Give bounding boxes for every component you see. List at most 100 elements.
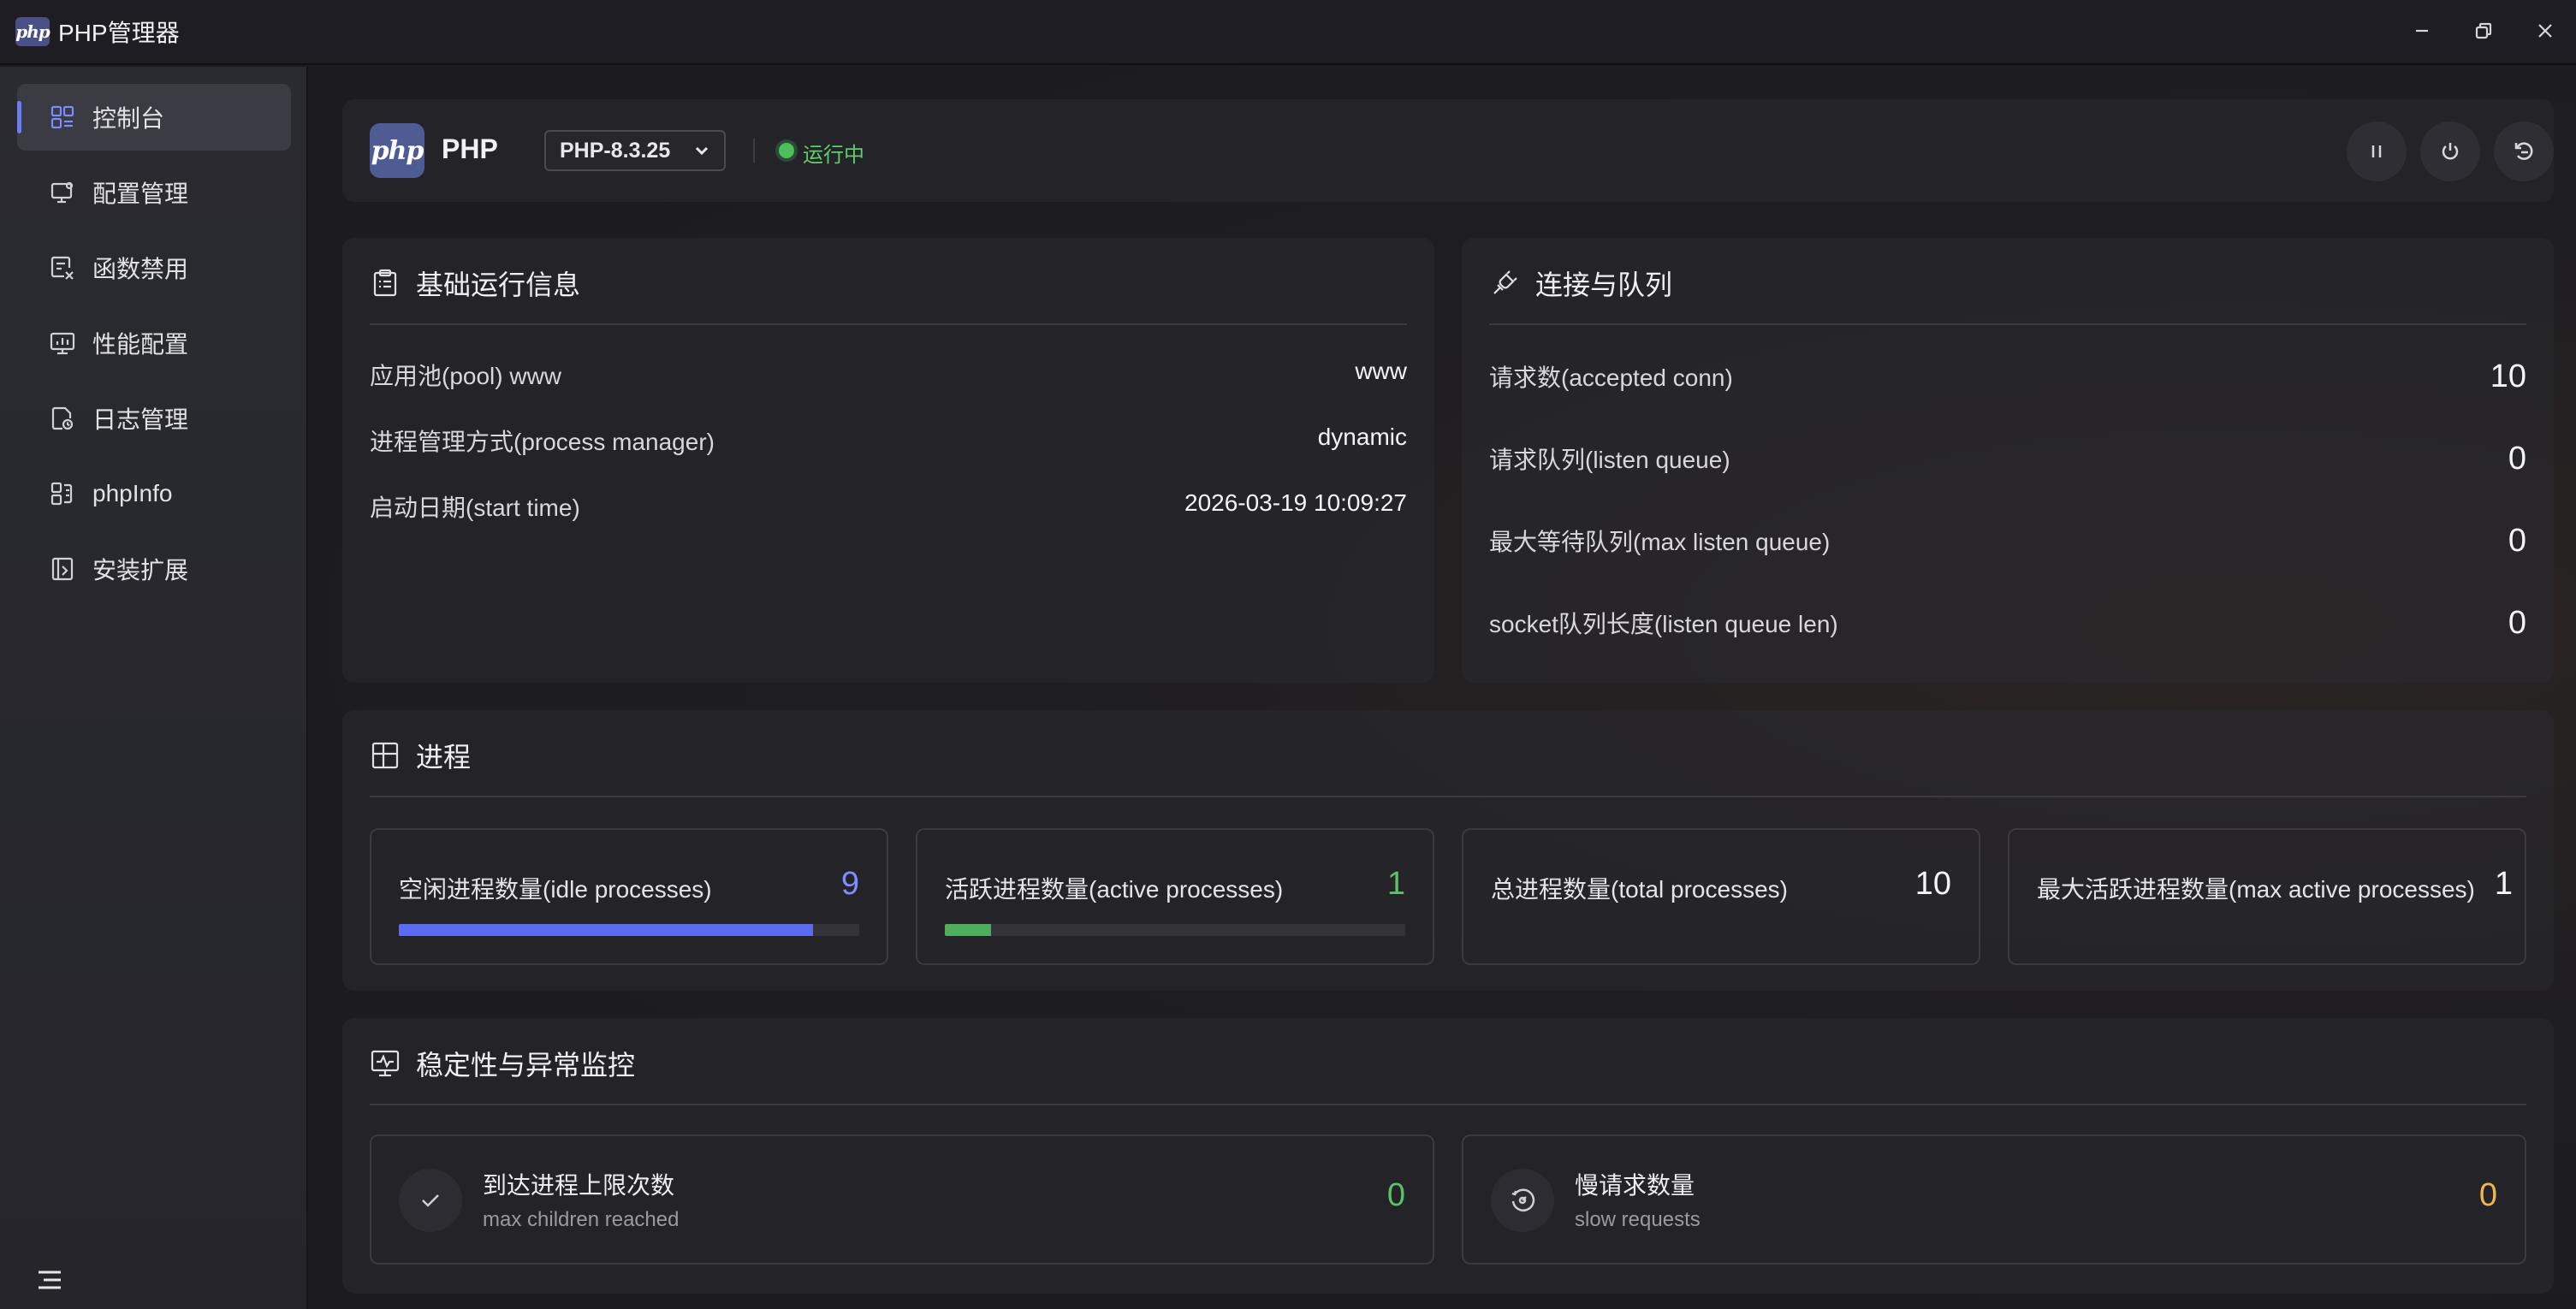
card-title-text: 连接与队列 — [1535, 270, 1673, 300]
stat-value: 10 — [1914, 866, 1951, 902]
connection-row: 请求数(accepted conn) 10 — [1489, 358, 2526, 395]
extension-icon — [48, 554, 77, 583]
layout-icon — [370, 740, 401, 771]
log-icon — [48, 404, 77, 433]
version-select-value: PHP-8.3.25 — [560, 138, 671, 163]
card-title-text: 进程 — [416, 742, 472, 773]
phpinfo-icon — [48, 479, 77, 508]
info-value: dynamic — [1317, 424, 1407, 450]
monitor-slow-requests: 慢请求数量 slow requests 0 — [1462, 1134, 2526, 1265]
stat-label: 总进程数量(total processes) — [1491, 876, 1788, 903]
monitor-title: 到达进程上限次数 — [483, 1172, 675, 1199]
stat-label: 活跃进程数量(active processes) — [945, 876, 1284, 903]
close-icon — [2538, 24, 2552, 38]
restore-button[interactable] — [2453, 0, 2514, 62]
stat-value: 9 — [840, 866, 859, 902]
basic-info-card: 基础运行信息 应用池(pool) www www 进程管理方式(process … — [342, 238, 1434, 683]
close-button[interactable] — [2514, 0, 2576, 62]
connection-row: 最大等待队列(max listen queue) 0 — [1489, 522, 2526, 560]
monitor-value: 0 — [2478, 1177, 2497, 1213]
connection-label: socket队列长度(listen queue len) — [1489, 611, 1838, 637]
sidebar-item-label: 日志管理 — [92, 406, 189, 433]
menu-collapse-icon — [39, 1270, 61, 1289]
basic-info-title: 基础运行信息 — [370, 264, 580, 303]
card-title-text: 稳定性与异常监控 — [416, 1050, 636, 1081]
info-label: 应用池(pool) www — [370, 363, 562, 389]
restore-icon — [2475, 22, 2492, 39]
processes-card: 进程 空闲进程数量(idle processes) 9 活跃进程数量(activ… — [342, 710, 2554, 991]
stat-value: 1 — [2494, 866, 2513, 902]
title-bar: php PHP管理器 — [0, 0, 2576, 65]
stat-active-processes: 活跃进程数量(active processes) 1 — [916, 828, 1434, 965]
stability-card: 稳定性与异常监控 到达进程上限次数 max children reached 0… — [342, 1018, 2554, 1294]
minimize-button[interactable] — [2391, 0, 2453, 62]
progress-fill — [399, 924, 814, 936]
sidebar-item-config[interactable]: 配置管理 — [17, 159, 291, 226]
connection-label: 最大等待队列(max listen queue) — [1489, 529, 1831, 555]
stat-label: 最大活跃进程数量(max active processes) — [2037, 876, 2475, 903]
connection-row: socket队列长度(listen queue len) 0 — [1489, 604, 2526, 642]
info-row: 进程管理方式(process manager) dynamic — [370, 424, 1407, 458]
monitor-title: 慢请求数量 — [1575, 1172, 1695, 1199]
monitor-subtitle: max children reached — [483, 1208, 680, 1231]
card-divider — [370, 796, 2526, 797]
sidebar-item-label: 函数禁用 — [92, 256, 189, 282]
pause-icon — [2371, 145, 2382, 157]
app-logo-icon: php — [15, 17, 50, 46]
php-header-card: php PHP PHP-8.3.25 运行中 — [342, 99, 2554, 202]
stability-title: 稳定性与异常监控 — [370, 1044, 635, 1083]
card-divider — [370, 323, 1407, 325]
monitor-value: 0 — [1386, 1177, 1405, 1213]
minimize-icon — [2416, 29, 2428, 33]
clipboard-icon — [370, 268, 401, 299]
info-row: 应用池(pool) www www — [370, 358, 1407, 392]
card-title-text: 基础运行信息 — [416, 270, 581, 300]
sidebar-item-logs[interactable]: 日志管理 — [17, 385, 291, 452]
connection-value: 10 — [2490, 358, 2526, 394]
php-logo-icon: php — [370, 123, 424, 178]
monitor-subtitle: slow requests — [1575, 1208, 1701, 1231]
sidebar-item-phpinfo[interactable]: phpInfo — [17, 460, 291, 527]
stat-idle-processes: 空闲进程数量(idle processes) 9 — [370, 828, 888, 965]
progress-fill — [945, 924, 991, 936]
info-row: 启动日期(start time) 2026-03-19 10:09:27 — [370, 489, 1407, 524]
sidebar-collapse-button[interactable] — [33, 1263, 67, 1297]
stat-total-processes: 总进程数量(total processes) 10 — [1462, 828, 1980, 965]
php-name: PHP — [442, 133, 498, 164]
function-disable-icon — [48, 253, 77, 282]
connection-row: 请求队列(listen queue) 0 — [1489, 440, 2526, 477]
status-text: 运行中 — [803, 144, 864, 167]
main-content: php PHP PHP-8.3.25 运行中 基础运行信息 应用池(pool) … — [310, 67, 2576, 1309]
check-icon — [399, 1169, 462, 1232]
restart-button[interactable] — [2494, 121, 2554, 181]
processes-title: 进程 — [370, 736, 471, 775]
chevron-down-icon — [695, 146, 709, 156]
card-divider — [370, 1104, 2526, 1105]
progress-track — [945, 924, 1405, 936]
sidebar: 控制台 配置管理 函数禁用 性能配置 日志管理 phpInfo 安装扩展 — [0, 67, 308, 1309]
sidebar-item-label: 控制台 — [92, 105, 165, 132]
connections-card: 连接与队列 请求数(accepted conn) 10 请求队列(listen … — [1462, 238, 2554, 683]
info-label: 启动日期(start time) — [370, 495, 580, 521]
sidebar-item-label: 配置管理 — [92, 181, 189, 207]
sidebar-item-performance[interactable]: 性能配置 — [17, 310, 291, 376]
monitor-icon — [370, 1048, 401, 1079]
restart-icon — [2514, 142, 2533, 160]
slow-clock-icon — [1491, 1169, 1554, 1232]
stat-value: 1 — [1386, 866, 1405, 902]
version-select[interactable]: PHP-8.3.25 — [544, 130, 726, 171]
pause-button[interactable] — [2347, 121, 2407, 181]
power-icon — [2442, 143, 2459, 160]
status-dot-icon — [779, 143, 794, 158]
sidebar-item-extensions[interactable]: 安装扩展 — [17, 536, 291, 602]
stat-label: 空闲进程数量(idle processes) — [399, 876, 712, 903]
performance-icon — [48, 329, 77, 358]
config-icon — [48, 178, 77, 207]
info-label: 进程管理方式(process manager) — [370, 429, 715, 455]
connection-value: 0 — [2508, 522, 2526, 559]
monitor-max-children: 到达进程上限次数 max children reached 0 — [370, 1134, 1434, 1265]
stat-max-active-processes: 最大活跃进程数量(max active processes) 1 — [2008, 828, 2526, 965]
sidebar-item-function-disable[interactable]: 函数禁用 — [17, 234, 291, 301]
sidebar-item-dashboard[interactable]: 控制台 — [17, 84, 291, 151]
power-button[interactable] — [2420, 121, 2480, 181]
